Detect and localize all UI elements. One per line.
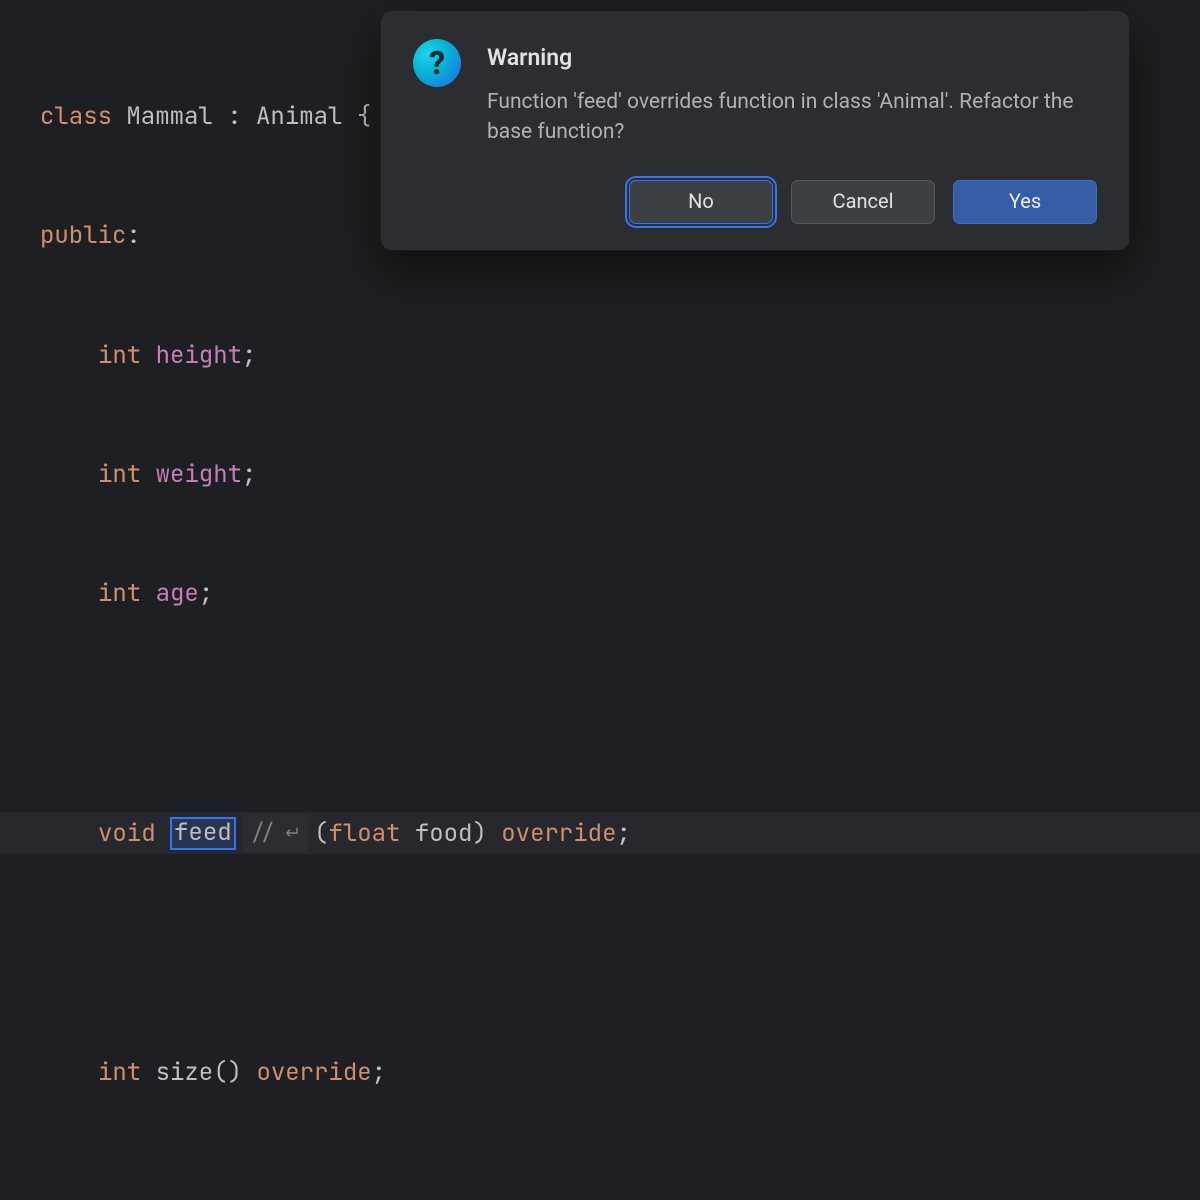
- code-line: int height;: [40, 336, 1200, 376]
- field-height: height: [156, 340, 242, 371]
- keyword-void: void: [98, 814, 156, 854]
- keyword-public: public: [40, 220, 126, 251]
- keyword-int: int: [98, 340, 141, 371]
- keyword-int: int: [98, 578, 141, 609]
- dialog-message: Function 'feed' overrides function in cl…: [487, 87, 1097, 148]
- keyword-override: override: [501, 814, 616, 854]
- class-name: Mammal: [126, 101, 212, 132]
- inline-hint[interactable]: //: [242, 814, 308, 852]
- code-line: int weight;: [40, 455, 1200, 495]
- keyword-int: int: [98, 1057, 141, 1088]
- question-icon: ?: [413, 39, 461, 87]
- base-class: Animal: [256, 101, 342, 132]
- hint-slashes: //: [250, 815, 276, 851]
- dialog-title: Warning: [487, 39, 1097, 77]
- func-size: size: [156, 1057, 214, 1088]
- rename-selection[interactable]: feed: [170, 817, 236, 850]
- keyword-override: override: [256, 1057, 371, 1088]
- code-line: int age;: [40, 574, 1200, 614]
- code-line: int size() override;: [40, 1053, 1200, 1093]
- keyword-class: class: [40, 101, 112, 132]
- enter-key-icon: [282, 824, 300, 842]
- no-button[interactable]: No: [629, 180, 773, 224]
- blank-line: [40, 1172, 1200, 1200]
- blank-line: [40, 693, 1200, 733]
- highlighted-line: void feed // (float food) override;: [0, 812, 1200, 854]
- dialog-button-row: No Cancel Yes: [413, 180, 1097, 224]
- warning-dialog: ? Warning Function 'feed' overrides func…: [380, 10, 1130, 251]
- blank-line: [40, 934, 1200, 974]
- param-food: food: [415, 814, 473, 854]
- field-age: age: [156, 578, 199, 609]
- keyword-float: float: [328, 814, 400, 854]
- cancel-button[interactable]: Cancel: [791, 180, 935, 224]
- field-weight: weight: [156, 459, 242, 490]
- keyword-int: int: [98, 459, 141, 490]
- yes-button[interactable]: Yes: [953, 180, 1097, 224]
